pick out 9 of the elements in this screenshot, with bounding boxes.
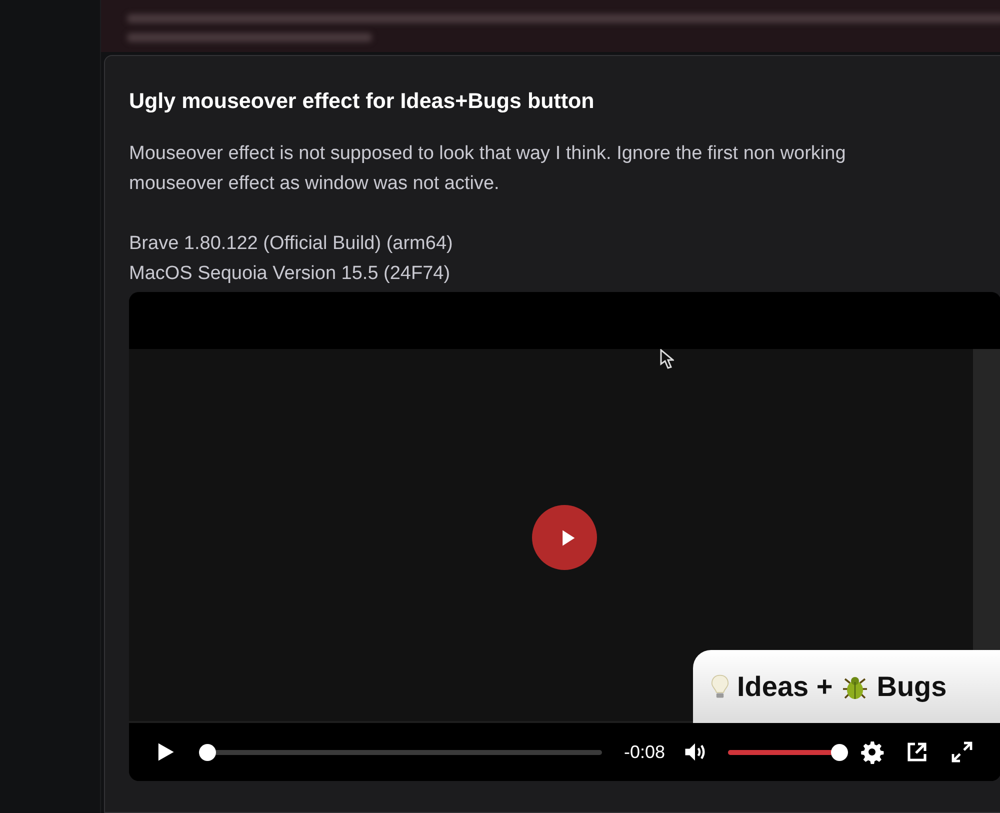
button-label: Bugs — [876, 670, 947, 702]
post-text: Brave 1.80.122 (Official Build) (arm64) MacOS Sequoia Version 15.5 (24F74) — [129, 232, 454, 286]
lightbulb-icon — [711, 674, 729, 700]
ideas-bugs-button[interactable]: Ideas + Bugs — [693, 650, 1000, 723]
post-title: Ugly mouseover effect for Ideas+Bugs button — [129, 88, 596, 115]
button-label: Ideas + — [737, 670, 833, 702]
post-text: Mouseover effect is not supposed to look that way I think. Ignore the first non working mouseover effect as window was not active. — [129, 142, 847, 196]
time-remaining: -0:08 — [624, 742, 666, 762]
cursor-icon — [660, 349, 674, 369]
